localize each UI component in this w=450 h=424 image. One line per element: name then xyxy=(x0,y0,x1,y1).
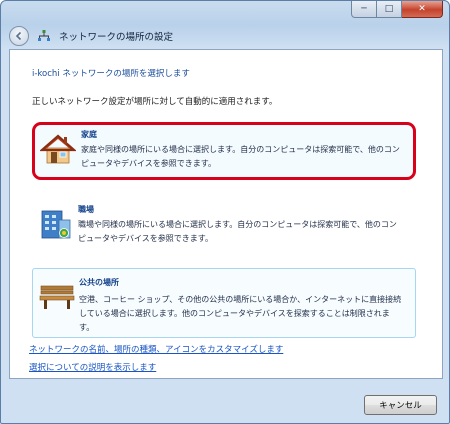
option-home-title: 家庭 xyxy=(81,130,97,139)
option-work-description: 職場や同様の場所にいる場合に選択します。自分のコンピュータは探索可能で、他のコン… xyxy=(78,220,397,243)
minimize-button[interactable]: ─ xyxy=(351,1,377,18)
back-arrow-icon xyxy=(15,31,22,41)
minimize-icon: ─ xyxy=(361,4,367,14)
caption-buttons: ─ □ ✕ xyxy=(351,1,443,18)
close-icon: ✕ xyxy=(418,4,426,14)
window-title: ネットワークの場所の設定 xyxy=(59,32,174,43)
maximize-button[interactable]: □ xyxy=(377,1,402,18)
dialog-window: ─ □ ✕ ネットワークの場所の設定 i-kochi ネットワークの場所を選択し… xyxy=(0,0,450,424)
house-icon xyxy=(40,134,76,164)
explain-selection-link[interactable]: 選択についての説明を表示します xyxy=(29,361,156,373)
network-icon xyxy=(38,30,50,41)
option-public[interactable]: 公共の場所 空港、コーヒー ショップ、その他の公共の場所にいる場合か、インターネ… xyxy=(32,268,416,338)
option-public-title: 公共の場所 xyxy=(79,278,119,287)
page-heading: i-kochi ネットワークの場所を選択します xyxy=(32,69,190,79)
back-button[interactable] xyxy=(9,26,29,46)
customize-network-link[interactable]: ネットワークの名前、場所の種類、アイコンをカスタマイズします xyxy=(29,343,283,355)
page-subheading: 正しいネットワーク設定が場所に対して自動的に適用されます。 xyxy=(32,97,278,107)
option-work[interactable]: 職場 職場や同様の場所にいる場合に選択します。自分のコンピュータは探索可能で、他… xyxy=(32,198,416,256)
option-work-title: 職場 xyxy=(78,205,94,214)
option-public-description: 空港、コーヒー ショップ、その他の公共の場所にいる場合か、インターネットに直接接… xyxy=(79,295,402,332)
park-bench-icon xyxy=(39,285,75,309)
office-building-icon xyxy=(41,210,71,239)
close-button[interactable]: ✕ xyxy=(402,1,443,18)
maximize-icon: □ xyxy=(384,4,394,14)
content-panel: i-kochi ネットワークの場所を選択します 正しいネットワーク設定が場所に対… xyxy=(9,49,443,379)
title-toolbar: ネットワークの場所の設定 xyxy=(1,23,449,49)
cancel-button[interactable]: キャンセル xyxy=(364,395,437,415)
option-home[interactable]: 家庭 家庭や同様の場所にいる場合に選択します。自分のコンピュータは探索可能で、他… xyxy=(32,122,416,180)
option-home-description: 家庭や同様の場所にいる場合に選択します。自分のコンピュータは探索可能で、他のコン… xyxy=(81,145,400,168)
